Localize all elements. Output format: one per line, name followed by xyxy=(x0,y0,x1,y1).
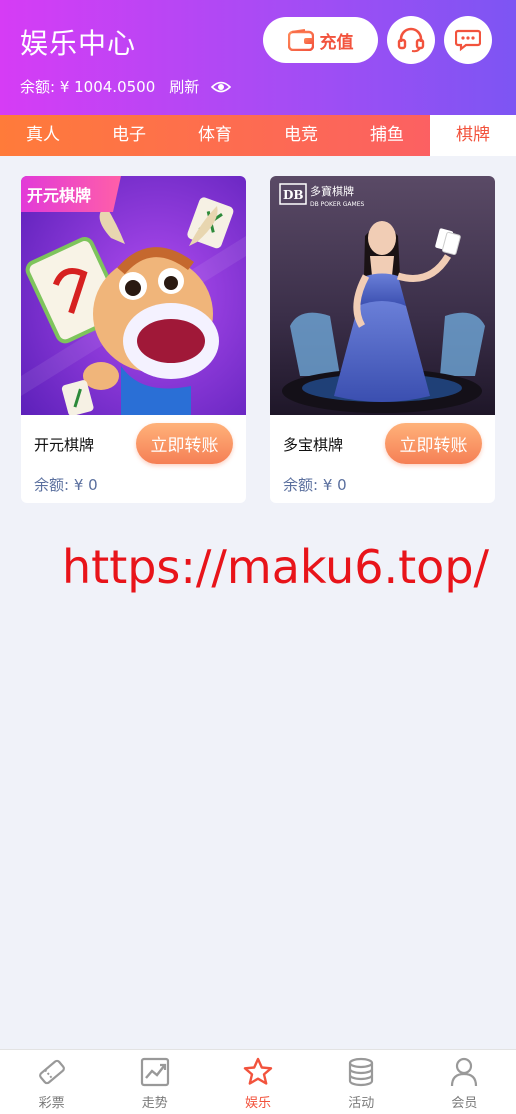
game-name: 多宝棋牌 xyxy=(283,436,344,454)
game-image-duobao[interactable]: DB 多寶棋牌 DB POKER GAMES xyxy=(270,176,495,415)
duobao-logo-sub: DB POKER GAMES xyxy=(310,201,365,208)
game-balance: 余额: ¥ 0 xyxy=(34,476,98,494)
bottom-nav: 彩票 走势 娱乐 活动 会员 xyxy=(0,1049,516,1114)
star-icon xyxy=(243,1057,273,1085)
transfer-button[interactable]: 立即转账 xyxy=(136,423,233,464)
game-name: 开元棋牌 xyxy=(34,436,95,454)
watermark-url: https://maku6.top/ xyxy=(62,540,490,594)
customer-service-button[interactable] xyxy=(387,16,435,64)
nav-item-entertainment[interactable]: 娱乐 xyxy=(206,1050,309,1114)
nav-item-activity[interactable]: 活动 xyxy=(310,1050,413,1114)
transfer-button[interactable]: 立即转账 xyxy=(385,423,482,464)
recharge-button[interactable]: 充值 xyxy=(263,17,378,63)
tab-esports[interactable]: 电竞 xyxy=(258,115,344,156)
duobao-logo-text: 多寶棋牌 xyxy=(310,184,354,198)
message-button[interactable] xyxy=(444,16,492,64)
chat-icon xyxy=(455,29,481,52)
nav-item-lottery[interactable]: 彩票 xyxy=(0,1050,103,1114)
nav-label: 会员 xyxy=(451,1096,478,1111)
balance-text: 余额: ¥ 1004.0500 xyxy=(20,78,156,96)
refresh-link[interactable]: 刷新 xyxy=(169,76,199,97)
game-card-duobao[interactable]: DB 多寶棋牌 DB POKER GAMES 多宝棋牌 立即转账 余额: ¥ 0 xyxy=(270,176,495,503)
tab-live[interactable]: 真人 xyxy=(0,115,86,156)
tab-sports[interactable]: 体育 xyxy=(172,115,258,156)
svg-text:DB: DB xyxy=(283,188,304,202)
nav-item-trend[interactable]: 走势 xyxy=(103,1050,206,1114)
tab-chess-cards[interactable]: 棋牌 xyxy=(430,115,516,156)
nav-label: 走势 xyxy=(141,1096,168,1111)
nav-item-member[interactable]: 会员 xyxy=(413,1050,516,1114)
tab-fishing[interactable]: 捕鱼 xyxy=(344,115,430,156)
recharge-label: 充值 xyxy=(319,32,354,53)
game-balance: 余额: ¥ 0 xyxy=(283,476,347,494)
headset-icon xyxy=(397,27,425,53)
page-title: 娱乐中心 xyxy=(20,27,137,60)
eye-icon[interactable] xyxy=(211,80,232,94)
game-image-kaiyuan[interactable]: 开元棋牌 xyxy=(21,176,246,415)
nav-label: 彩票 xyxy=(38,1096,65,1111)
coins-icon xyxy=(349,1057,374,1087)
tab-electronic[interactable]: 电子 xyxy=(86,115,172,156)
game-card-kaiyuan[interactable]: 开元棋牌 开元棋牌 立即转账 余额: ¥ 0 xyxy=(21,176,246,503)
header: 娱乐中心 余额: ¥ 1004.0500 刷新 充值 xyxy=(0,0,516,115)
balance-row: 余额: ¥ 1004.0500 刷新 xyxy=(20,76,232,97)
trend-icon xyxy=(140,1057,169,1087)
user-icon xyxy=(451,1057,478,1087)
category-tabs: 真人 电子 体育 电竞 捕鱼 棋牌 xyxy=(0,115,516,156)
nav-label: 活动 xyxy=(348,1096,375,1111)
nav-label: 娱乐 xyxy=(245,1096,272,1111)
kaiyuan-logo-text: 开元棋牌 xyxy=(27,186,91,205)
lottery-icon xyxy=(38,1059,65,1085)
wallet-icon xyxy=(287,29,314,51)
